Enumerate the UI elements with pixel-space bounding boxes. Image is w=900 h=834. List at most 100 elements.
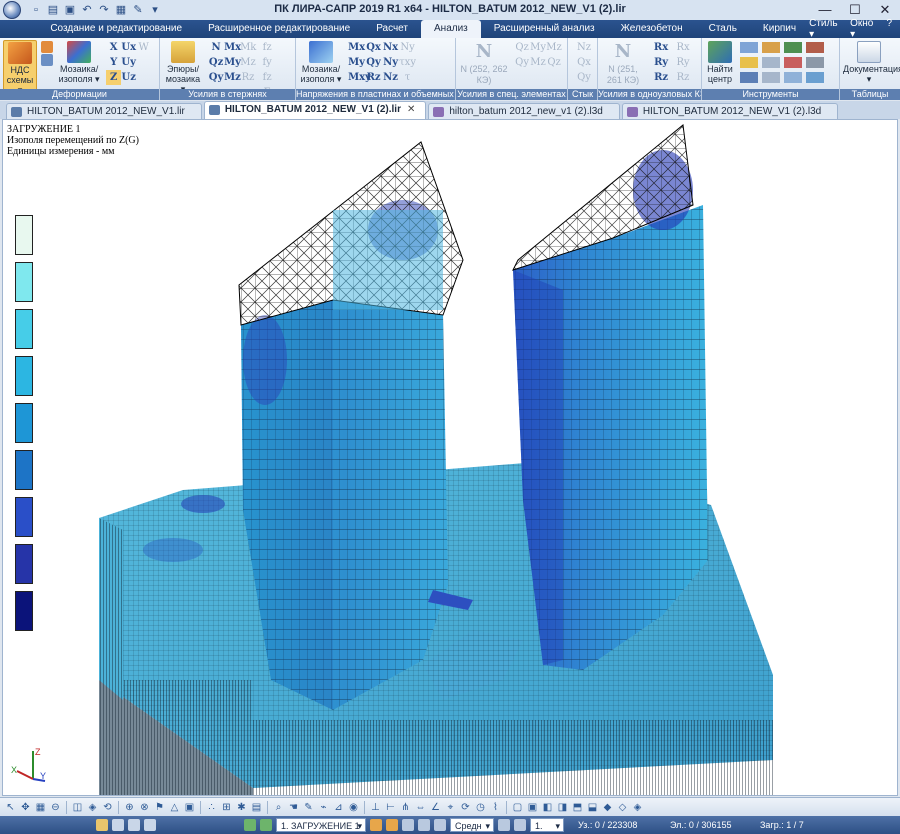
print-icon[interactable]: ▦ — [114, 3, 128, 17]
sym-fy[interactable]: fy — [259, 55, 275, 70]
clock-icon[interactable]: ◷ — [474, 801, 487, 814]
building-model-render[interactable] — [3, 120, 898, 796]
tool-legend-icon[interactable] — [740, 57, 759, 68]
tool-graph-icon[interactable] — [740, 72, 759, 83]
sym-plate-qy[interactable]: Qy — [365, 55, 382, 70]
deform-mosaic-button[interactable]: Мозаика/ изополя ▾ — [57, 40, 101, 84]
undo-icon[interactable]: ↶ — [80, 3, 94, 17]
tab-analysis[interactable]: Анализ — [421, 20, 481, 38]
sym-mk[interactable]: Mk — [240, 40, 256, 55]
cube-left-icon[interactable]: ◧ — [541, 801, 554, 814]
tool-chart-icon[interactable] — [762, 72, 781, 83]
cube-iso-icon[interactable]: ◆ — [601, 801, 614, 814]
sym-uy[interactable]: Uy — [121, 55, 136, 70]
sym-joint-qy[interactable]: Qy — [573, 70, 595, 85]
sym-plate-my[interactable]: My — [348, 55, 365, 70]
tool-sum-icon[interactable] — [784, 42, 803, 53]
marker-icon[interactable]: ✱ — [235, 801, 248, 814]
close-tab-icon[interactable]: ✕ — [407, 104, 415, 115]
zoom-icon[interactable]: ⊖ — [49, 801, 62, 814]
cube-bottom-icon[interactable]: ⬓ — [586, 801, 599, 814]
documentation-button[interactable]: Документация ▾ — [843, 40, 900, 84]
render-icon[interactable]: ▣ — [183, 801, 196, 814]
color-legend[interactable] — [15, 215, 35, 638]
dimensions-icon[interactable]: ⇔ — [414, 801, 427, 814]
sym-n[interactable]: N — [208, 40, 224, 55]
tool-ruler-icon[interactable] — [806, 57, 825, 68]
sym-spec-qy[interactable]: Qy — [514, 55, 530, 70]
window-menu[interactable]: Окно ▾ — [850, 18, 878, 40]
elements-icon[interactable]: ⊞ — [220, 801, 233, 814]
minimize-button[interactable]: — — [810, 0, 840, 20]
tab-calculation[interactable]: Расчет — [363, 20, 421, 38]
sym-x[interactable]: X — [106, 40, 121, 55]
move-icon[interactable]: ✥ — [19, 801, 32, 814]
tool-curve-icon[interactable] — [806, 72, 825, 83]
select-arrow-icon[interactable]: ↖ — [4, 801, 17, 814]
sym-mz[interactable]: Mz — [224, 70, 241, 85]
sym-plate-rz[interactable]: Rz — [365, 70, 382, 85]
export-status-icon[interactable] — [514, 819, 526, 831]
rotate-icon[interactable]: ⟲ — [101, 801, 114, 814]
sym-fz2[interactable]: fz — [259, 70, 275, 85]
load-up-icon[interactable] — [244, 819, 256, 831]
save-icon[interactable]: ▣ — [63, 3, 77, 17]
sym-fz[interactable]: fz — [259, 40, 275, 55]
sym-plate-txy[interactable]: τxy — [399, 55, 416, 70]
view-xz-icon[interactable]: ◫ — [71, 801, 84, 814]
display-filter-icon[interactable] — [434, 819, 446, 831]
epure-mosaic-button[interactable]: Эпюры/ мозаика ▾ — [163, 40, 203, 94]
sym-plate-qx[interactable]: Qx — [365, 40, 382, 55]
brush-icon[interactable]: ⌁ — [317, 801, 330, 814]
displacement-icon[interactable] — [41, 41, 54, 53]
display-toggle-icon[interactable] — [418, 819, 430, 831]
tool-values-icon[interactable] — [762, 42, 781, 53]
cube-top-icon[interactable]: ⬒ — [571, 801, 584, 814]
sym-qy[interactable]: Qy — [208, 70, 224, 85]
sym-plate-nz[interactable]: Nz — [382, 70, 399, 85]
sym-plate-mx[interactable]: Mx — [348, 40, 365, 55]
maximize-button[interactable]: ☐ — [840, 0, 870, 20]
tab-advanced-edit[interactable]: Расширенное редактирование — [195, 20, 363, 38]
doc-tab-2[interactable]: HILTON_BATUM 2012_NEW_V1 (2).lir ✕ — [203, 101, 427, 119]
load-down-icon[interactable] — [260, 819, 272, 831]
redo-status-icon[interactable] — [128, 819, 140, 831]
sym-z[interactable]: Z — [106, 70, 122, 85]
sym-plate-ny-dis[interactable]: Ny — [399, 40, 416, 55]
cube-iso3-icon[interactable]: ◈ — [631, 801, 644, 814]
app-logo-icon[interactable] — [3, 1, 21, 19]
sym-spec-mz2[interactable]: Mz — [530, 55, 546, 70]
tool-filter-icon[interactable] — [762, 57, 781, 68]
folder-status-icon[interactable] — [96, 819, 108, 831]
sym-spec-mz[interactable]: Mz — [546, 40, 562, 55]
sym-joint-qx[interactable]: Qx — [573, 55, 595, 70]
history-icon[interactable]: ⟳ — [459, 801, 472, 814]
tool-info-icon[interactable] — [784, 72, 803, 83]
layers-status-icon[interactable] — [144, 819, 156, 831]
sym-joint-nz[interactable]: Nz — [573, 40, 595, 55]
cube-iso2-icon[interactable]: ◇ — [616, 801, 629, 814]
display-settings-icon[interactable] — [402, 819, 414, 831]
tab-steel[interactable]: Сталь — [696, 20, 750, 38]
sym-w[interactable]: W — [136, 40, 151, 55]
sym-mz-dis[interactable]: Mz — [240, 55, 256, 70]
single-n-button[interactable]: N N (251, 261 КЭ) — [601, 40, 645, 86]
view-iso-icon[interactable]: ◈ — [86, 801, 99, 814]
fragment-icon[interactable]: ⊕ — [123, 801, 136, 814]
loadcase-select[interactable]: 1. ЗАГРУЖЕНИЕ 1 — [276, 818, 366, 833]
sym-single-rx2[interactable]: Rx — [672, 40, 694, 55]
tab-create-edit[interactable]: Создание и редактирование — [37, 20, 195, 38]
loadcase-tool-icon[interactable] — [370, 819, 382, 831]
cube-back-icon[interactable]: ▣ — [526, 801, 539, 814]
sym-my[interactable]: My — [224, 55, 241, 70]
print-status-icon[interactable] — [498, 819, 510, 831]
axis-icon[interactable]: ⊥ — [369, 801, 382, 814]
cube-front-icon[interactable]: ▢ — [511, 801, 524, 814]
refresh-status-icon[interactable] — [112, 819, 124, 831]
search-icon[interactable]: ⌕ — [272, 801, 285, 814]
angle-icon[interactable]: ∠ — [429, 801, 442, 814]
sym-single-ry2[interactable]: Ry — [672, 55, 694, 70]
settings-icon[interactable]: ✎ — [131, 3, 145, 17]
ndc-scheme-button[interactable]: НДС схемы ▾ — [3, 40, 37, 96]
loadcase-mode-icon[interactable] — [386, 819, 398, 831]
